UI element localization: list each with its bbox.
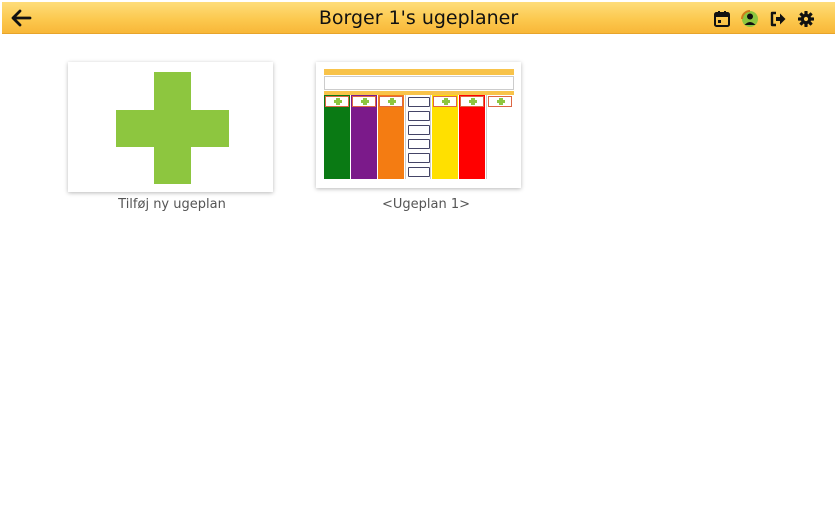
switch-user-icon[interactable] bbox=[741, 10, 759, 28]
preview-day-column bbox=[405, 95, 431, 179]
add-weekplan-image[interactable] bbox=[68, 62, 273, 192]
plus-icon bbox=[116, 72, 229, 184]
weekplan-thumbnail[interactable] bbox=[316, 62, 521, 188]
top-bar: Borger 1's ugeplaner bbox=[2, 2, 835, 34]
weekplan-preview bbox=[324, 69, 514, 179]
app-window: Borger 1's ugeplaner Tilføj ny ugeplan <… bbox=[0, 0, 837, 526]
preview-day-column bbox=[459, 95, 485, 179]
weekplan-tile[interactable]: <Ugeplan 1> bbox=[310, 60, 530, 216]
page-title: Borger 1's ugeplaner bbox=[318, 7, 519, 29]
preview-day-column bbox=[486, 95, 512, 179]
preview-topbar bbox=[324, 69, 514, 75]
add-weekplan-tile[interactable]: Tilføj ny ugeplan bbox=[62, 60, 282, 216]
settings-icon[interactable] bbox=[797, 10, 815, 28]
add-weekplan-caption: Tilføj ny ugeplan bbox=[118, 197, 226, 212]
logout-icon[interactable] bbox=[769, 10, 787, 28]
preview-day-column bbox=[351, 95, 377, 179]
preview-day-column bbox=[432, 95, 458, 179]
weekplan-caption: <Ugeplan 1> bbox=[381, 197, 471, 212]
preview-day-column bbox=[378, 95, 404, 179]
header-toolbar bbox=[713, 9, 815, 29]
preview-day-column bbox=[324, 95, 350, 179]
calendar-icon[interactable] bbox=[713, 10, 731, 28]
preview-info-row bbox=[324, 76, 514, 90]
